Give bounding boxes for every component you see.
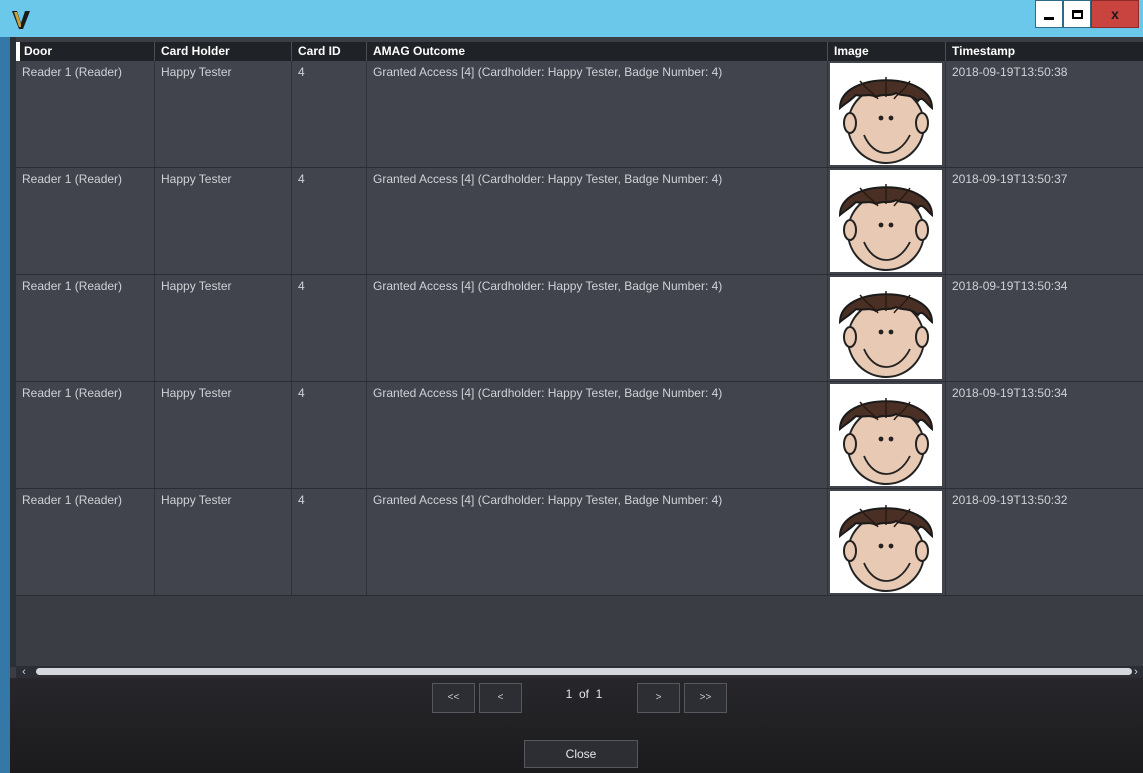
maximize-button[interactable] [1063,0,1091,28]
access-events-table: Door Card Holder Card ID AMAG Outcome Im… [16,42,1143,666]
cell-amag-outcome: Granted Access [4] (Cardholder: Happy Te… [366,489,827,595]
cardholder-photo [830,384,942,486]
cell-card-id: 4 [291,489,366,595]
close-window-button[interactable]: x [1091,0,1139,28]
cartoon-face-icon [838,505,934,592]
cell-door: Reader 1 (Reader) [22,172,123,186]
app-logo-icon [12,11,30,29]
scroll-right-icon[interactable]: › [1130,666,1142,678]
column-header-image[interactable]: Image [827,42,945,61]
cell-amag-outcome: Granted Access [4] (Cardholder: Happy Te… [366,275,827,381]
cell-card-id: 4 [291,61,366,167]
minimize-button[interactable] [1035,0,1063,28]
close-icon: x [1111,6,1119,22]
cell-door: Reader 1 (Reader) [22,386,123,400]
column-header-card-id[interactable]: Card ID [291,42,366,61]
first-page-button[interactable]: << [432,683,475,713]
table-row[interactable]: Reader 1 (Reader) Happy Tester 4 Granted… [16,489,1143,596]
cell-card-id: 4 [291,168,366,274]
previous-page-button[interactable]: < [479,683,522,713]
left-edge [0,37,10,773]
cell-card-holder: Happy Tester [154,61,291,167]
cell-timestamp: 2018-09-19T13:50:34 [945,275,1143,381]
horizontal-scrollbar[interactable]: ‹ › [16,666,1143,678]
window-controls: x [1035,0,1139,30]
cartoon-face-icon [838,291,934,378]
table-header: Door Card Holder Card ID AMAG Outcome Im… [16,42,1143,61]
cartoon-face-icon [838,398,934,485]
table-row[interactable]: Reader 1 (Reader) Happy Tester 4 Granted… [16,275,1143,382]
cell-timestamp: 2018-09-19T13:50:34 [945,382,1143,488]
cell-card-holder: Happy Tester [154,168,291,274]
cell-card-id: 4 [291,382,366,488]
cardholder-photo [830,491,942,593]
cell-card-holder: Happy Tester [154,275,291,381]
cardholder-photo [830,170,942,272]
page-indicator: 1 of 1 [565,687,603,701]
cardholder-photo [830,63,942,165]
column-header-amag-outcome[interactable]: AMAG Outcome [366,42,827,61]
scrollbar-thumb[interactable] [36,668,1132,675]
cell-door: Reader 1 (Reader) [22,279,123,293]
cell-card-id: 4 [291,275,366,381]
cell-timestamp: 2018-09-19T13:50:37 [945,168,1143,274]
cell-timestamp: 2018-09-19T13:50:38 [945,61,1143,167]
cell-card-holder: Happy Tester [154,382,291,488]
cartoon-face-icon [838,184,934,271]
cell-door: Reader 1 (Reader) [22,493,123,507]
column-header-door[interactable]: Door [16,42,154,61]
maximize-icon [1071,9,1083,19]
scroll-left-icon[interactable]: ‹ [18,666,30,678]
cell-door: Reader 1 (Reader) [22,65,123,79]
cell-amag-outcome: Granted Access [4] (Cardholder: Happy Te… [366,382,827,488]
cell-timestamp: 2018-09-19T13:50:32 [945,489,1143,595]
footer-panel: << < 1 of 1 > >> Close [10,678,1143,773]
cardholder-photo [830,277,942,379]
table-row[interactable]: Reader 1 (Reader) Happy Tester 4 Granted… [16,61,1143,168]
last-page-button[interactable]: >> [684,683,727,713]
cartoon-face-icon [838,77,934,164]
cell-amag-outcome: Granted Access [4] (Cardholder: Happy Te… [366,168,827,274]
column-header-card-holder[interactable]: Card Holder [154,42,291,61]
cell-amag-outcome: Granted Access [4] (Cardholder: Happy Te… [366,61,827,167]
table-row[interactable]: Reader 1 (Reader) Happy Tester 4 Granted… [16,168,1143,275]
next-page-button[interactable]: > [637,683,680,713]
title-bar: x [0,0,1143,37]
close-button[interactable]: Close [524,740,638,768]
column-header-timestamp[interactable]: Timestamp [945,42,1143,61]
table-row[interactable]: Reader 1 (Reader) Happy Tester 4 Granted… [16,382,1143,489]
cell-card-holder: Happy Tester [154,489,291,595]
minimize-icon [1044,16,1054,20]
